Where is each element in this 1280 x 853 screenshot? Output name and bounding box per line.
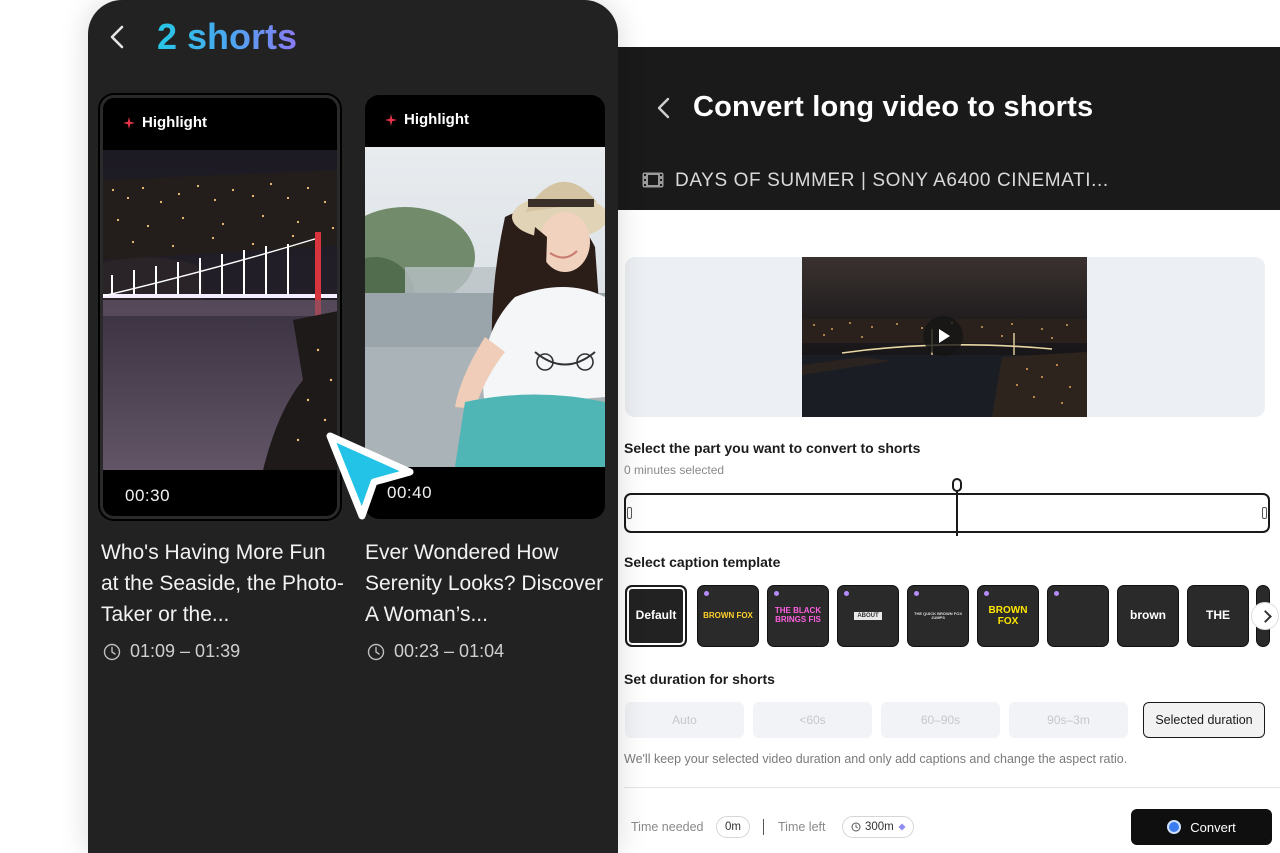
template-dot-icon — [704, 591, 709, 596]
template-default[interactable]: Default — [625, 585, 687, 647]
desktop-panel: Convert long video to shorts DAYS OF SUM… — [600, 47, 1280, 853]
desktop-header: Convert long video to shorts DAYS OF SUM… — [600, 47, 1280, 210]
highlight-badge: Highlight — [385, 111, 469, 128]
template-dot-icon — [914, 591, 919, 596]
template-dot-icon — [1054, 591, 1059, 596]
clock-icon — [367, 643, 385, 660]
convert-button[interactable]: Convert — [1131, 809, 1272, 845]
short-range-1: 01:09 – 01:39 — [103, 641, 240, 662]
duration-auto[interactable]: Auto — [625, 702, 744, 738]
time-needed-label: Time needed — [631, 820, 704, 834]
short-duration-1: 00:30 — [125, 486, 171, 505]
template-label: Default — [635, 608, 677, 623]
template-label: ABOUT — [854, 611, 882, 621]
woman-seaside-image — [365, 147, 605, 467]
page-title: Convert long video to shorts — [693, 91, 1094, 123]
chevron-right-icon[interactable] — [1251, 602, 1279, 630]
time-left-pill: 300m — [842, 816, 914, 838]
time-left-value: 300m — [865, 821, 894, 833]
template-dot-icon — [984, 591, 989, 596]
sparkle-icon — [385, 113, 397, 126]
timeline-end-handle[interactable] — [1262, 507, 1267, 519]
back-arrow-icon[interactable] — [654, 95, 674, 121]
template-label: THE — [1206, 608, 1230, 623]
short-title-2[interactable]: Ever Wondered How Serenity Looks? Discov… — [365, 537, 610, 630]
template-about[interactable]: ABOUT — [837, 585, 899, 647]
template-brown-fox-yellow[interactable]: BROWN FOX — [977, 585, 1039, 647]
template-label: THE QUICK BROWN FOX JUMPS — [914, 610, 962, 620]
template-label: brown — [1130, 608, 1166, 623]
timeline-start-handle[interactable] — [627, 507, 632, 519]
template-the-black[interactable]: THE BLACK BRINGS FIS — [767, 585, 829, 647]
short-range-text: 01:09 – 01:39 — [130, 641, 241, 661]
template-label: BROWN FOX — [988, 605, 1028, 627]
template-quick-brown[interactable]: THE QUICK BROWN FOX JUMPS — [907, 585, 969, 647]
template-label: BROWN FOX — [703, 610, 753, 620]
select-part-title: Select the part you want to convert to s… — [624, 440, 921, 456]
convert-dot-icon — [1167, 820, 1182, 834]
highlight-badge: Highlight — [123, 114, 207, 131]
duration-note: We'll keep your selected video duration … — [624, 752, 1128, 766]
duration-60-90s[interactable]: 60–90s — [881, 702, 1000, 738]
template-brown[interactable]: brown — [1117, 585, 1179, 647]
duration-title: Set duration for shorts — [624, 671, 775, 687]
duration-under-60s[interactable]: <60s — [753, 702, 872, 738]
selection-summary: 0 minutes selected — [624, 463, 725, 477]
template-dot-icon — [844, 591, 849, 596]
footer-separator — [763, 819, 764, 835]
time-needed-value: 0m — [716, 816, 750, 838]
film-icon — [642, 172, 664, 188]
short-range-text: 00:23 – 01:04 — [394, 641, 505, 661]
diamond-icon — [898, 823, 906, 831]
caption-template-title: Select caption template — [624, 554, 781, 570]
video-filename: DAYS OF SUMMER | SONY A6400 CINEMATI... — [675, 170, 1109, 191]
clock-icon — [103, 643, 121, 660]
timeline-track[interactable] — [624, 493, 1270, 533]
template-blank[interactable] — [1047, 585, 1109, 647]
playhead-knob[interactable] — [952, 478, 962, 492]
play-button[interactable] — [923, 316, 963, 356]
short-thumbnail-1 — [103, 150, 337, 470]
video-thumbnail[interactable] — [802, 257, 1087, 417]
highlight-label: Highlight — [404, 111, 469, 128]
short-card-1[interactable]: Highlight 00:30 — [100, 95, 340, 519]
short-thumbnail-2 — [365, 147, 605, 467]
video-preview — [625, 257, 1265, 417]
pointer-cursor-icon — [326, 432, 414, 520]
mobile-panel: 2 shorts Highlight 00:30 Highlight 00:40… — [88, 0, 618, 853]
sparkle-icon — [123, 116, 135, 129]
template-the[interactable]: THE — [1187, 585, 1249, 647]
template-brown-fox[interactable]: BROWN FOX — [697, 585, 759, 647]
short-title-1[interactable]: Who's Having More Fun at the Seaside, th… — [101, 537, 346, 630]
caption-template-list: Default BROWN FOX THE BLACK BRINGS FIS A… — [624, 585, 1280, 649]
time-left-label: Time left — [778, 820, 826, 834]
highlight-label: Highlight — [142, 114, 207, 131]
divider — [624, 787, 1280, 788]
template-dot-icon — [774, 591, 779, 596]
bridge-night-image — [103, 150, 337, 470]
convert-label: Convert — [1190, 819, 1236, 835]
template-label: THE BLACK BRINGS FIS — [774, 606, 822, 624]
duration-90s-3m[interactable]: 90s–3m — [1009, 702, 1128, 738]
clock-icon — [851, 822, 861, 832]
shorts-count-title: 2 shorts — [157, 16, 298, 57]
short-range-2: 00:23 – 01:04 — [367, 641, 504, 662]
duration-selected[interactable]: Selected duration — [1143, 702, 1265, 738]
back-arrow-icon[interactable] — [108, 24, 126, 50]
